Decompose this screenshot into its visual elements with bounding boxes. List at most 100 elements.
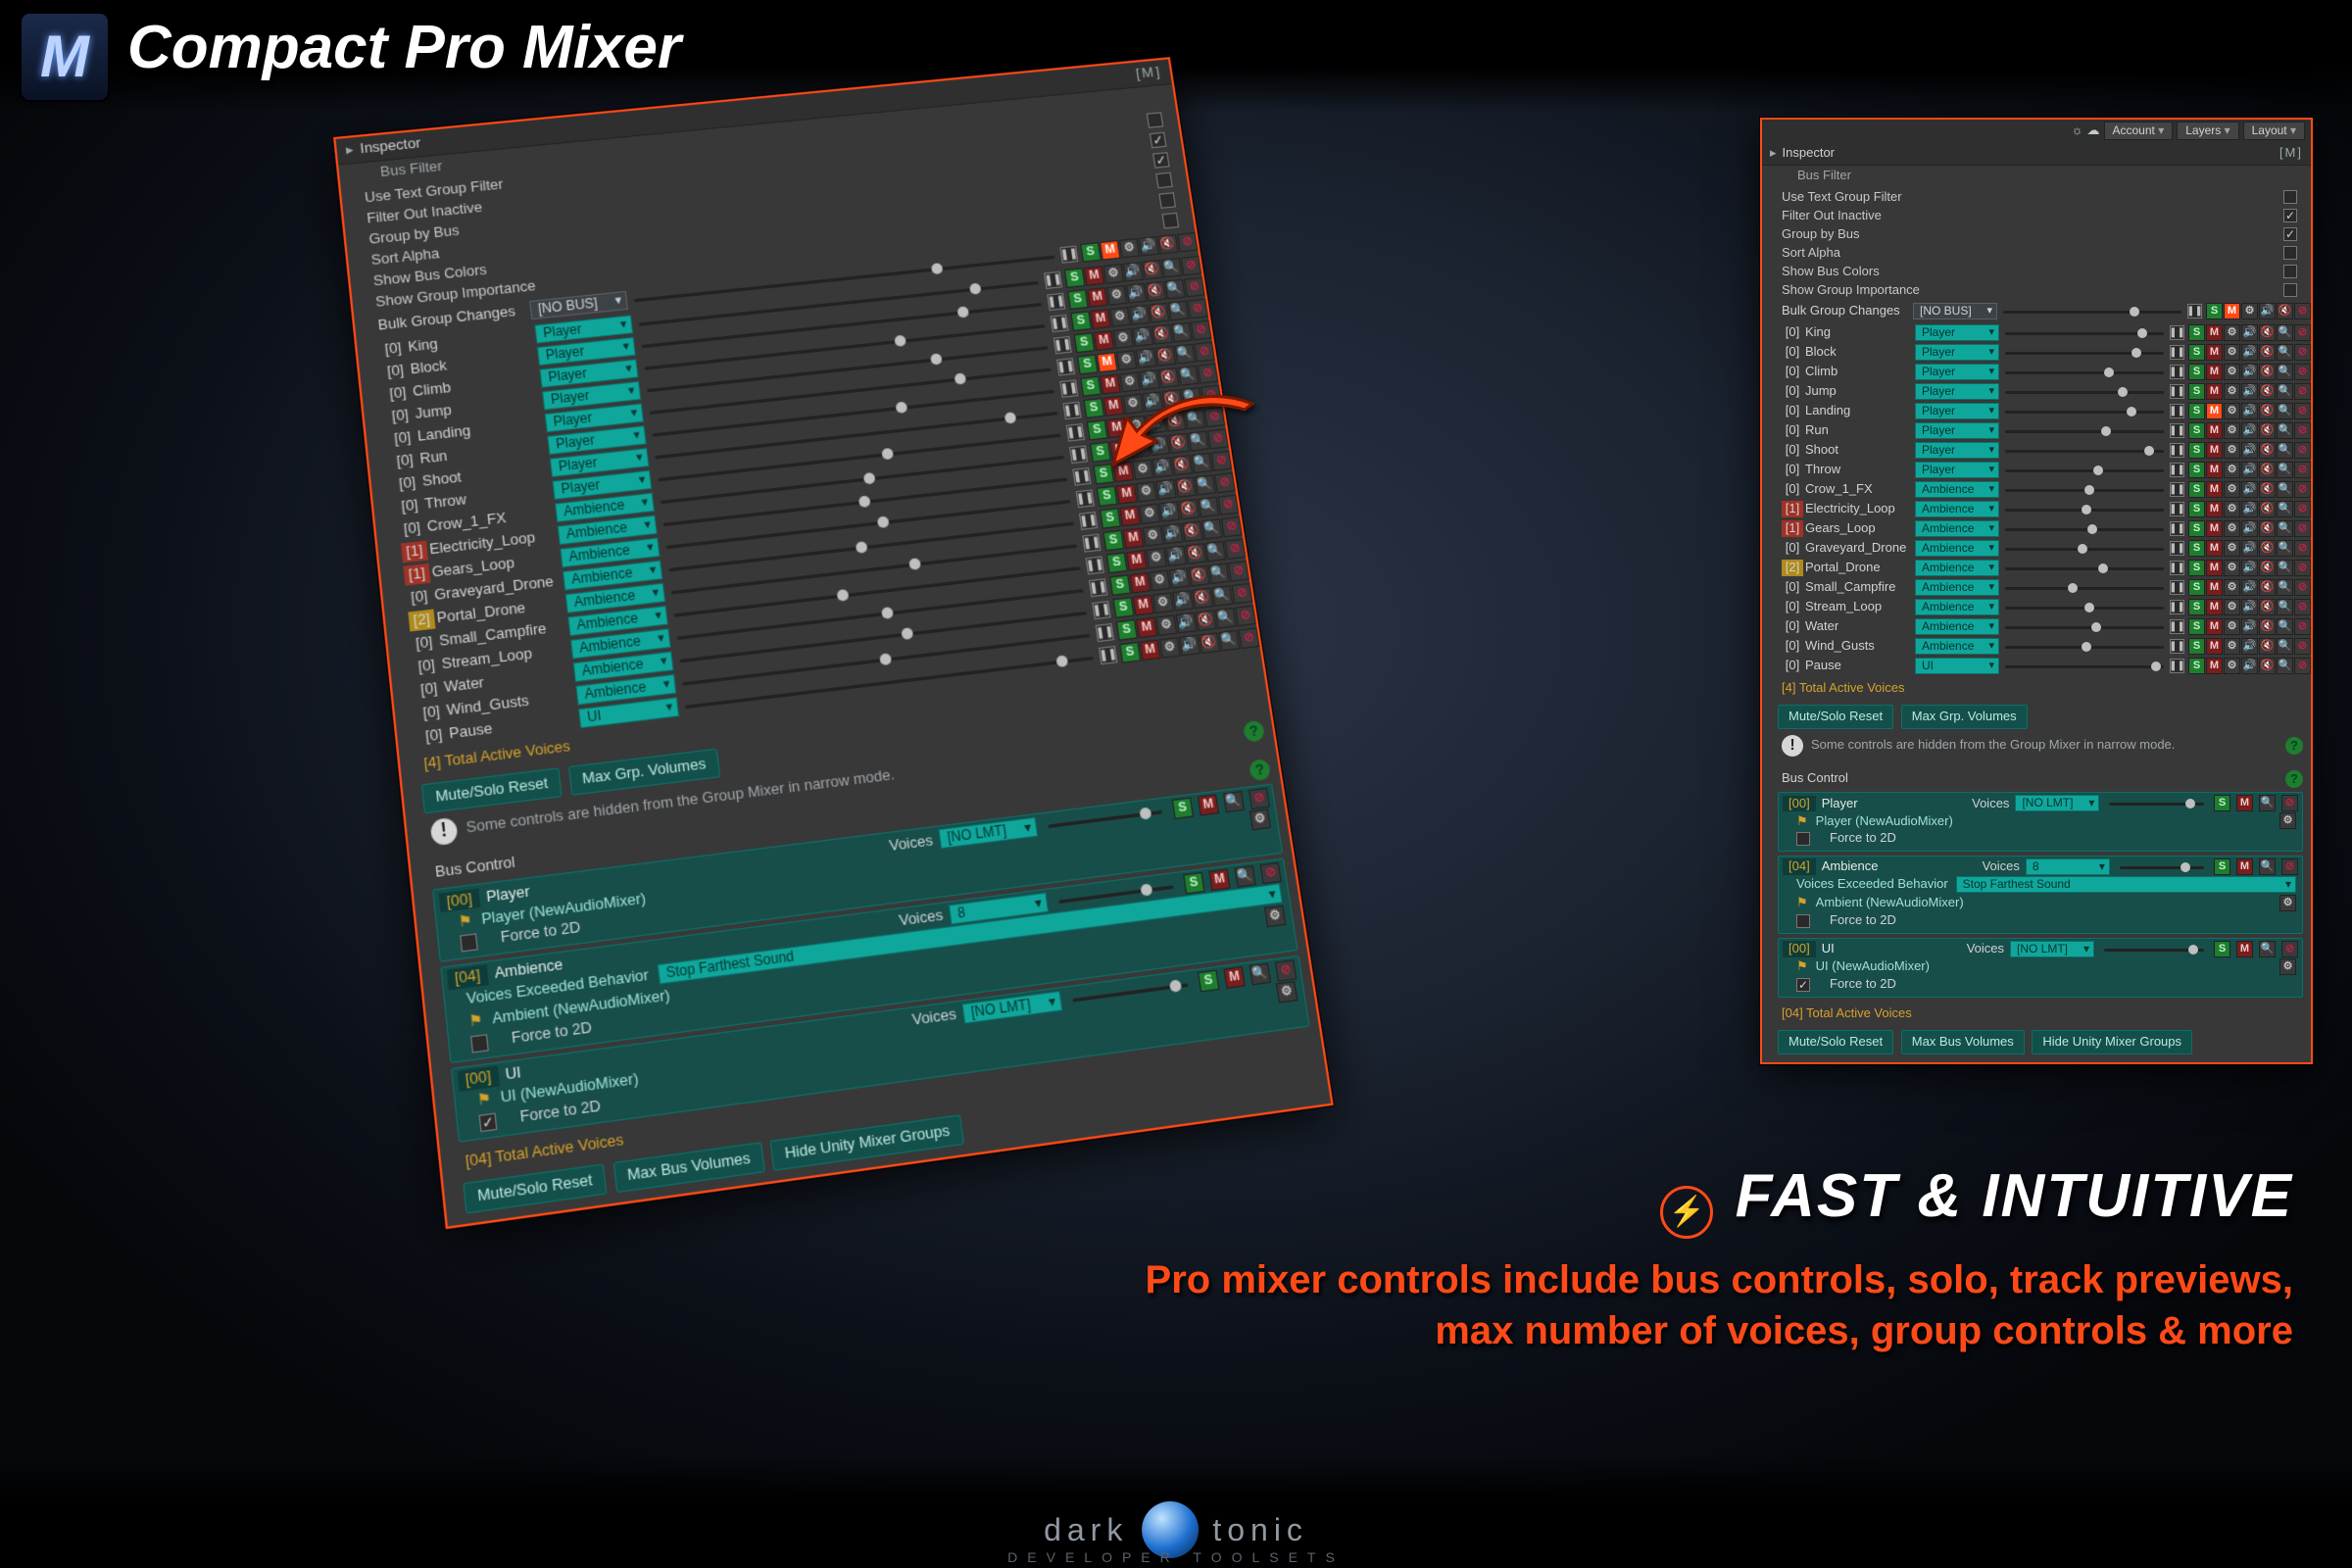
pause-icon[interactable]: ❚❚ — [1079, 512, 1098, 530]
alert-icon[interactable]: M — [1097, 353, 1118, 373]
pause-icon[interactable]: ❚❚ — [2170, 482, 2184, 497]
pause-icon[interactable]: ❚❚ — [1076, 490, 1095, 509]
speaker-icon[interactable]: 🔊 — [2241, 383, 2258, 400]
speaker-icon[interactable]: 🔊 — [1129, 305, 1151, 325]
search-icon[interactable]: 🔍 — [1168, 301, 1190, 321]
pause-icon[interactable]: ❚❚ — [2170, 384, 2184, 399]
search-icon[interactable]: 🔍 — [1211, 586, 1233, 608]
speaker-mute-icon[interactable]: 🔇 — [2259, 579, 2276, 596]
mute-button[interactable]: M — [2236, 795, 2253, 811]
delete-button[interactable]: ⊘ — [2281, 795, 2298, 811]
checkbox[interactable] — [1158, 192, 1176, 209]
pause-icon[interactable]: ❚❚ — [2170, 600, 2184, 614]
group-bus-dropdown[interactable]: Ambience — [1915, 481, 1999, 498]
pause-icon[interactable]: ❚❚ — [2170, 541, 2184, 556]
speaker-icon[interactable]: 🔊 — [2241, 638, 2258, 655]
delete-button[interactable]: ⊘ — [1228, 562, 1250, 583]
speaker-mute-icon[interactable]: 🔇 — [2277, 303, 2293, 319]
delete-button[interactable]: ⊘ — [1184, 277, 1205, 298]
gear-icon[interactable]: ⚙ — [1116, 351, 1138, 371]
speaker-icon[interactable]: 🔊 — [2241, 364, 2258, 380]
speaker-icon[interactable]: 🔊 — [2241, 462, 2258, 478]
search-icon[interactable]: 🔍 — [2277, 560, 2293, 576]
search-icon[interactable]: 🔍 — [1223, 791, 1245, 812]
gear-icon[interactable]: ⚙ — [2279, 958, 2296, 975]
group-bus-dropdown[interactable]: Ambience — [1915, 560, 1999, 576]
gear-icon[interactable]: ⚙ — [2224, 383, 2240, 400]
gear-icon[interactable]: ⚙ — [2224, 618, 2240, 635]
checkbox[interactable] — [1796, 914, 1810, 928]
speaker-icon[interactable]: 🔊 — [1132, 326, 1153, 347]
group-bus-dropdown[interactable]: Ambience — [1915, 540, 1999, 557]
bus-volume-slider[interactable] — [2100, 943, 2208, 956]
search-icon[interactable]: 🔍 — [1215, 608, 1237, 629]
pause-icon[interactable]: ❚❚ — [2170, 404, 2184, 418]
mute-button[interactable]: M — [1223, 966, 1246, 989]
gear-icon[interactable]: ⚙ — [2224, 579, 2240, 596]
mute-button[interactable]: M — [2206, 442, 2223, 459]
pause-icon[interactable]: ❚❚ — [2170, 345, 2184, 360]
solo-button[interactable]: S — [1106, 553, 1128, 574]
delete-button[interactable]: ⊘ — [2294, 540, 2311, 557]
delete-button[interactable]: ⊘ — [2294, 422, 2311, 439]
mute-button[interactable]: M — [1090, 309, 1111, 329]
bulk-bus-dropdown[interactable]: [NO BUS] — [1913, 303, 1997, 319]
speaker-icon[interactable]: 🔊 — [2259, 303, 2276, 319]
group-bus-dropdown[interactable]: Player — [1915, 364, 1999, 380]
alert-icon[interactable]: M — [1100, 240, 1120, 261]
delete-button[interactable]: ⊘ — [2294, 638, 2311, 655]
gear-icon[interactable]: ⚙ — [2224, 560, 2240, 576]
speaker-mute-icon[interactable]: 🔇 — [1155, 346, 1177, 367]
mute-button[interactable]: M — [1119, 506, 1141, 526]
mute-button[interactable]: M — [2206, 638, 2223, 655]
gear-icon[interactable]: ⚙ — [2224, 462, 2240, 478]
mute-button[interactable]: M — [2206, 520, 2223, 537]
pause-icon[interactable]: ❚❚ — [2170, 521, 2184, 536]
pause-icon[interactable]: ❚❚ — [1051, 315, 1069, 332]
speaker-mute-icon[interactable]: 🔇 — [2259, 658, 2276, 674]
pause-icon[interactable]: ❚❚ — [1054, 336, 1072, 354]
search-icon[interactable]: 🔍 — [2259, 941, 2276, 957]
group-bus-dropdown[interactable]: Ambience — [1915, 501, 1999, 517]
search-icon[interactable]: 🔍 — [2259, 858, 2276, 875]
delete-button[interactable]: ⊘ — [1198, 364, 1219, 384]
group-volume-slider[interactable] — [2001, 503, 2168, 516]
speaker-icon[interactable]: 🔊 — [1158, 502, 1180, 522]
pause-icon[interactable]: ❚❚ — [1044, 271, 1062, 289]
mute-button[interactable]: M — [2206, 324, 2223, 341]
search-icon[interactable]: 🔍 — [2277, 422, 2293, 439]
speaker-mute-icon[interactable]: 🔇 — [1152, 324, 1173, 345]
pause-icon[interactable]: ❚❚ — [1089, 578, 1107, 597]
checkbox[interactable] — [2283, 265, 2297, 278]
speaker-icon[interactable]: 🔊 — [1122, 262, 1144, 282]
solo-button[interactable]: S — [1080, 242, 1102, 263]
search-icon[interactable]: 🔍 — [1208, 564, 1230, 585]
delete-button[interactable]: ⊘ — [2294, 501, 2311, 517]
mute-button[interactable]: M — [1140, 640, 1161, 662]
delete-button[interactable]: ⊘ — [2294, 520, 2311, 537]
speaker-mute-icon[interactable]: 🔇 — [1146, 281, 1167, 302]
solo-button[interactable]: S — [1172, 798, 1194, 819]
search-icon[interactable]: 🔍 — [2277, 658, 2293, 674]
mute-button[interactable]: M — [2206, 364, 2223, 380]
help-icon[interactable]: ? — [2285, 737, 2303, 755]
solo-button[interactable]: S — [1080, 376, 1102, 397]
pause-icon[interactable]: ❚❚ — [2170, 443, 2184, 458]
checkbox[interactable]: ✓ — [2283, 227, 2297, 241]
speaker-icon[interactable]: 🔊 — [2241, 520, 2258, 537]
solo-button[interactable]: S — [2188, 599, 2205, 615]
voices-dropdown[interactable]: 8 — [2026, 858, 2110, 875]
gear-icon[interactable]: ⚙ — [1155, 614, 1177, 636]
group-volume-slider[interactable] — [2001, 405, 2168, 418]
delete-button[interactable]: ⊘ — [2294, 560, 2311, 576]
gear-icon[interactable]: ⚙ — [2224, 520, 2240, 537]
group-bus-dropdown[interactable]: Player — [1915, 383, 1999, 400]
pause-icon[interactable]: ❚❚ — [1096, 623, 1114, 642]
solo-button[interactable]: S — [2188, 540, 2205, 557]
mute-button[interactable]: M — [1123, 528, 1145, 549]
gear-icon[interactable]: ⚙ — [2241, 303, 2258, 319]
mute-button[interactable]: M — [2206, 481, 2223, 498]
speaker-mute-icon[interactable]: 🔇 — [1158, 368, 1180, 388]
mute-button[interactable]: M — [1129, 572, 1151, 594]
delete-button[interactable]: ⊘ — [2294, 344, 2311, 361]
